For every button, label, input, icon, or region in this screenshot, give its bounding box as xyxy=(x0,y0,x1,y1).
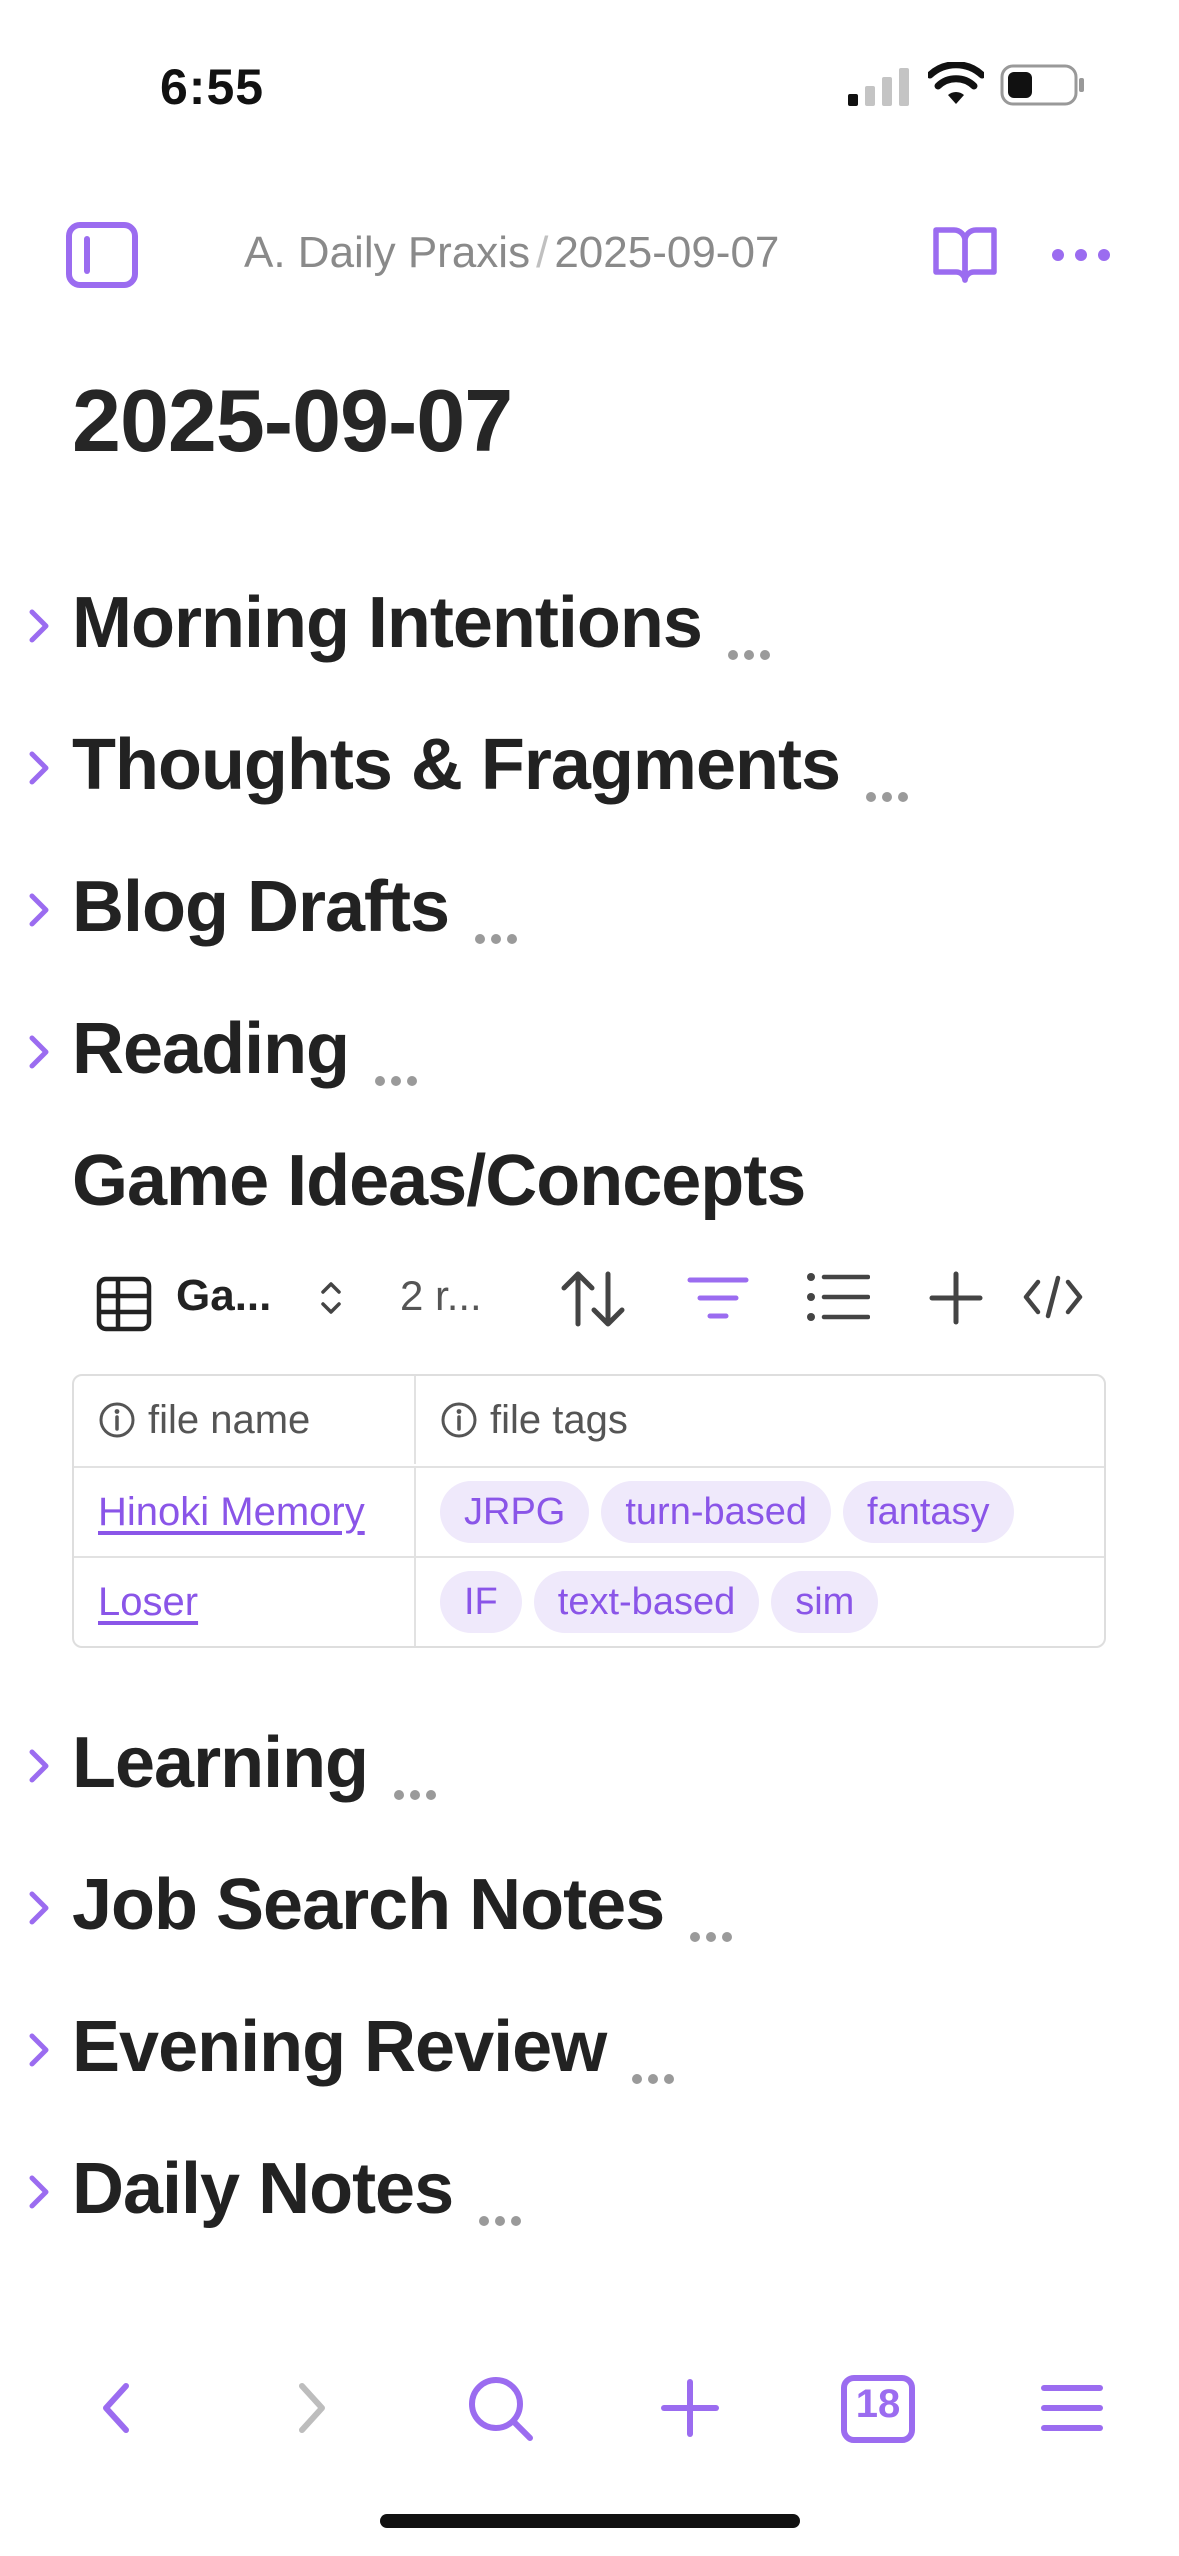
collapsed-ellipsis-icon[interactable] xyxy=(394,1735,442,1817)
file-name-cell: Loser xyxy=(74,1558,416,1646)
chevron-right-icon[interactable] xyxy=(28,608,52,644)
battery-icon xyxy=(1000,64,1084,106)
collapsed-ellipsis-icon[interactable] xyxy=(375,1021,423,1103)
forward-icon[interactable] xyxy=(270,2368,350,2448)
section-job-search-notes[interactable]: Job Search Notes xyxy=(0,1854,1179,1954)
info-icon xyxy=(99,1402,135,1438)
breadcrumb: A. Daily Praxis/2025-09-07 xyxy=(244,228,779,278)
column-header-label: file tags xyxy=(490,1397,628,1442)
properties-list-icon[interactable] xyxy=(806,1270,870,1324)
section-heading: Learning xyxy=(72,1723,369,1803)
view-selector-icon[interactable] xyxy=(318,1278,344,1318)
database-table: file name file tags Hinoki Memory JRPG t… xyxy=(72,1374,1106,1648)
file-name-cell: Hinoki Memory xyxy=(74,1468,416,1556)
tag-pill[interactable]: IF xyxy=(440,1571,522,1633)
tag-pill[interactable]: turn-based xyxy=(601,1481,832,1543)
column-header-label: file name xyxy=(148,1397,311,1442)
chevron-right-icon[interactable] xyxy=(28,1748,52,1784)
file-link[interactable]: Loser xyxy=(98,1580,198,1625)
status-bar: 6:55 xyxy=(0,0,1179,150)
chevron-right-icon[interactable] xyxy=(28,750,52,786)
section-heading: Thoughts & Fragments xyxy=(72,725,841,805)
calendar-daily-note-icon[interactable]: 18 xyxy=(838,2368,918,2448)
section-heading: Daily Notes xyxy=(72,2149,454,2229)
tag-pill[interactable]: fantasy xyxy=(843,1481,1014,1543)
bottom-toolbar: 18 xyxy=(0,2350,1179,2460)
section-learning[interactable]: Learning xyxy=(0,1712,1179,1812)
info-icon xyxy=(441,1402,477,1438)
tag-pill[interactable]: sim xyxy=(771,1571,879,1633)
sort-icon[interactable] xyxy=(560,1268,626,1330)
breadcrumb-parent[interactable]: A. Daily Praxis xyxy=(244,228,530,277)
file-tags-cell: JRPG turn-based fantasy xyxy=(416,1468,1104,1556)
menu-icon[interactable] xyxy=(1032,2368,1112,2448)
tag-pill[interactable]: JRPG xyxy=(440,1481,590,1543)
more-options-icon[interactable] xyxy=(1050,230,1112,280)
search-icon[interactable] xyxy=(460,2368,540,2448)
section-blog-drafts[interactable]: Blog Drafts xyxy=(0,856,1179,956)
table-row: Hinoki Memory JRPG turn-based fantasy xyxy=(74,1466,1104,1556)
collapsed-ellipsis-icon[interactable] xyxy=(475,879,523,961)
tag-pill[interactable]: text-based xyxy=(533,1571,760,1633)
reading-view-icon[interactable] xyxy=(930,218,1000,288)
section-daily-notes[interactable]: Daily Notes xyxy=(0,2138,1179,2238)
sidebar-toggle-icon[interactable] xyxy=(66,222,138,288)
section-heading: Reading xyxy=(72,1009,350,1089)
status-time: 6:55 xyxy=(160,59,265,115)
collapsed-ellipsis-icon[interactable] xyxy=(866,737,914,819)
collapsed-ellipsis-icon[interactable] xyxy=(690,1877,738,1959)
back-icon[interactable] xyxy=(78,2368,158,2448)
section-reading[interactable]: Reading xyxy=(0,998,1179,1098)
chevron-right-icon[interactable] xyxy=(28,1890,52,1926)
nav-bar: A. Daily Praxis/2025-09-07 xyxy=(0,200,1179,310)
game-ideas-heading[interactable]: Game Ideas/Concepts xyxy=(72,1140,806,1222)
page-title[interactable]: 2025-09-07 xyxy=(72,370,513,472)
cellular-signal-icon xyxy=(848,68,909,106)
section-heading: Job Search Notes xyxy=(72,1865,665,1945)
column-header-file-tags[interactable]: file tags xyxy=(416,1376,1104,1464)
home-indicator[interactable] xyxy=(380,2514,800,2528)
table-row: Loser IF text-based sim xyxy=(74,1556,1104,1646)
breadcrumb-separator: / xyxy=(536,228,549,277)
section-heading: Evening Review xyxy=(72,2007,607,2087)
code-view-icon[interactable] xyxy=(1022,1274,1084,1320)
chevron-right-icon[interactable] xyxy=(28,1034,52,1070)
wifi-icon xyxy=(928,62,984,104)
section-evening-review[interactable]: Evening Review xyxy=(0,1996,1179,2096)
section-heading: Blog Drafts xyxy=(72,867,450,947)
filter-icon[interactable] xyxy=(686,1272,750,1324)
chevron-right-icon[interactable] xyxy=(28,892,52,928)
section-heading: Morning Intentions xyxy=(72,583,703,663)
table-header-row: file name file tags xyxy=(74,1376,1104,1466)
add-row-icon[interactable] xyxy=(928,1270,984,1326)
table-view-icon[interactable] xyxy=(96,1276,152,1332)
section-morning-intentions[interactable]: Morning Intentions xyxy=(0,572,1179,672)
collapsed-ellipsis-icon[interactable] xyxy=(479,2161,527,2243)
breadcrumb-current: 2025-09-07 xyxy=(554,228,780,277)
collapsed-ellipsis-icon[interactable] xyxy=(632,2019,680,2101)
file-link[interactable]: Hinoki Memory xyxy=(98,1490,365,1535)
view-name[interactable]: Ga... xyxy=(176,1256,271,1336)
section-thoughts-fragments[interactable]: Thoughts & Fragments xyxy=(0,714,1179,814)
column-header-file-name[interactable]: file name xyxy=(74,1376,416,1464)
new-note-icon[interactable] xyxy=(650,2368,730,2448)
chevron-right-icon[interactable] xyxy=(28,2032,52,2068)
file-tags-cell: IF text-based sim xyxy=(416,1558,1104,1646)
collapsed-ellipsis-icon[interactable] xyxy=(727,595,776,677)
calendar-day-number: 18 xyxy=(855,2382,901,2426)
rows-count[interactable]: 2 r... xyxy=(400,1256,482,1336)
chevron-right-icon[interactable] xyxy=(28,2174,52,2210)
database-toolbar: Ga... 2 r... xyxy=(72,1256,1112,1336)
